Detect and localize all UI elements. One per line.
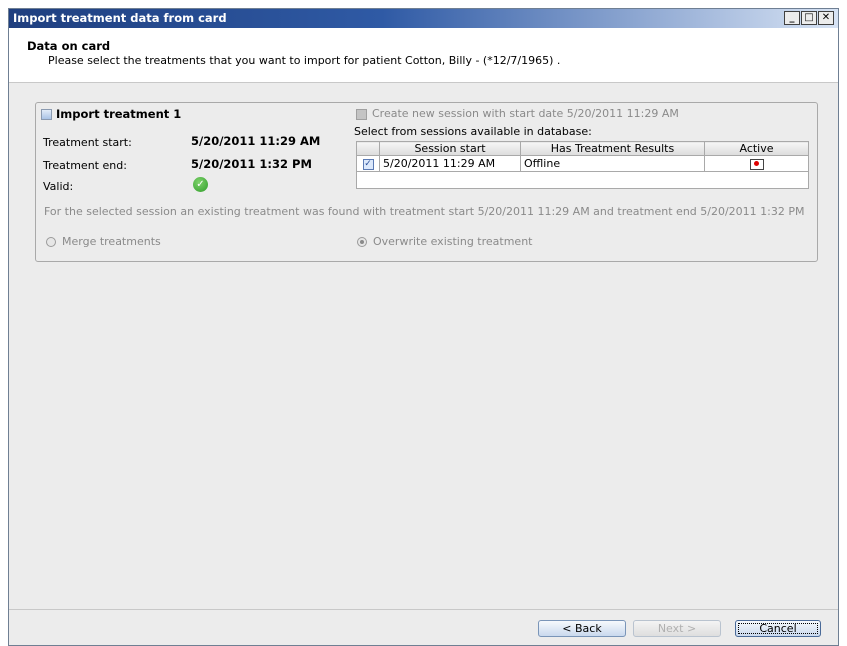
col-header-session-start[interactable]: Session start bbox=[379, 141, 521, 156]
sessions-table: Session start Has Treatment Results Acti… bbox=[356, 141, 809, 172]
has-results-cell: Offline bbox=[520, 155, 705, 172]
window-controls: _ □ ✕ bbox=[784, 11, 834, 25]
check-circle-icon: ✓ bbox=[193, 177, 208, 192]
sessions-table-empty-area bbox=[356, 172, 809, 189]
header-title: Data on card bbox=[27, 39, 111, 53]
merge-radio[interactable] bbox=[46, 237, 56, 247]
col-header-select bbox=[356, 141, 380, 156]
row-select-cell[interactable]: ✓ bbox=[356, 155, 380, 172]
select-sessions-label: Select from sessions available in databa… bbox=[354, 125, 592, 138]
treatment-start-label: Treatment start: bbox=[43, 136, 132, 149]
next-button[interactable]: Next > bbox=[633, 620, 721, 637]
back-button[interactable]: < Back bbox=[538, 620, 626, 637]
col-header-active[interactable]: Active bbox=[704, 141, 809, 156]
title-bar: Import treatment data from card _ □ ✕ bbox=[9, 9, 838, 28]
footer-divider bbox=[9, 609, 838, 610]
import-treatment-checkbox[interactable] bbox=[41, 109, 52, 120]
create-session-label: Create new session with start date 5/20/… bbox=[372, 107, 679, 120]
col-header-has-results[interactable]: Has Treatment Results bbox=[520, 141, 705, 156]
create-session-checkbox[interactable] bbox=[356, 109, 367, 120]
valid-label: Valid: bbox=[43, 180, 74, 193]
table-header-row: Session start Has Treatment Results Acti… bbox=[356, 141, 809, 156]
merge-label: Merge treatments bbox=[62, 235, 161, 248]
overwrite-radio[interactable] bbox=[357, 237, 367, 247]
treatment-end-label: Treatment end: bbox=[43, 159, 127, 172]
dialog-header: Data on card Please select the treatment… bbox=[9, 28, 838, 83]
active-indicator-icon bbox=[749, 158, 764, 170]
header-subtitle: Please select the treatments that you wa… bbox=[48, 54, 561, 67]
treatment-group: Import treatment 1 Treatment start: 5/20… bbox=[35, 102, 818, 262]
close-button[interactable]: ✕ bbox=[818, 11, 834, 25]
import-dialog: Import treatment data from card _ □ ✕ Da… bbox=[8, 8, 839, 646]
cancel-button[interactable]: Cancel bbox=[735, 620, 821, 637]
import-treatment-label: Import treatment 1 bbox=[56, 107, 182, 121]
overwrite-label: Overwrite existing treatment bbox=[373, 235, 533, 248]
session-start-cell: 5/20/2011 11:29 AM bbox=[379, 155, 521, 172]
minimize-button[interactable]: _ bbox=[784, 11, 800, 25]
active-cell bbox=[704, 155, 809, 172]
maximize-button[interactable]: □ bbox=[801, 11, 817, 25]
treatment-end-value: 5/20/2011 1:32 PM bbox=[191, 157, 312, 171]
existing-treatment-notice: For the selected session an existing tre… bbox=[44, 205, 805, 218]
window-title: Import treatment data from card bbox=[13, 11, 227, 25]
table-row[interactable]: ✓ 5/20/2011 11:29 AM Offline bbox=[356, 155, 809, 172]
treatment-start-value: 5/20/2011 11:29 AM bbox=[191, 134, 321, 148]
row-checkbox[interactable]: ✓ bbox=[362, 158, 374, 170]
